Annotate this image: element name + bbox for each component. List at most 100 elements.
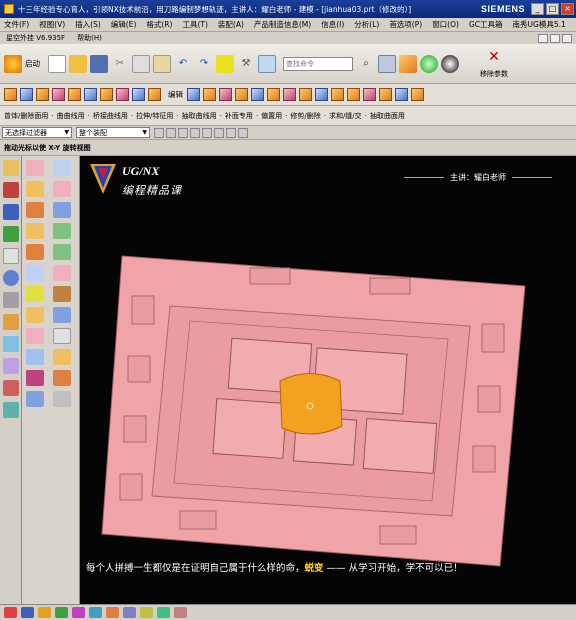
group-delete-face[interactable]: 曾体/删除面用 — [4, 111, 48, 121]
wave-link-icon[interactable] — [52, 370, 71, 386]
edit-feature-icon[interactable] — [187, 88, 200, 101]
offset-face-icon[interactable] — [251, 88, 264, 101]
block-icon[interactable] — [4, 88, 17, 101]
thicken-icon[interactable] — [52, 265, 71, 281]
zoom-icon[interactable] — [72, 607, 85, 618]
open-folder-icon[interactable] — [69, 54, 87, 73]
repeat-command-icon[interactable] — [216, 54, 234, 73]
blend-tool-icon[interactable] — [26, 223, 44, 239]
system-scenes-icon[interactable] — [2, 380, 19, 396]
display-grid-icon[interactable] — [378, 54, 396, 73]
menu-mold-plugin[interactable]: 南秀UG模具5.1 — [513, 19, 566, 30]
extrude-icon[interactable] — [20, 88, 33, 101]
save-icon[interactable] — [90, 54, 108, 73]
menu-window[interactable]: 窗口(O) — [432, 19, 459, 30]
chamfer-tool-icon[interactable] — [52, 223, 71, 239]
pan-icon[interactable] — [106, 607, 119, 618]
group-extract-curve[interactable]: 抽取曲线用 — [182, 111, 217, 121]
measure-icon[interactable] — [26, 349, 44, 365]
rib-icon[interactable] — [148, 88, 161, 101]
selection-filter-select[interactable]: 无选择过滤器 ▼ — [2, 127, 72, 138]
datum-plane-icon[interactable] — [52, 160, 71, 176]
child-minimize-button[interactable] — [538, 33, 548, 43]
sew-icon[interactable] — [347, 88, 360, 101]
pad-icon[interactable] — [100, 88, 113, 101]
trim-tool-icon[interactable] — [26, 286, 44, 302]
move-face-icon[interactable] — [411, 88, 424, 101]
extrude-tool-icon[interactable] — [52, 181, 71, 197]
snap-tangent-icon[interactable] — [226, 127, 236, 138]
menu-pmi[interactable]: 产品制造信息(M) — [254, 19, 311, 30]
snap-endpoint-icon[interactable] — [166, 127, 176, 138]
delete-face-icon[interactable] — [379, 88, 392, 101]
unite-icon[interactable] — [299, 88, 312, 101]
scope-select[interactable]: 整个装配 ▼ — [76, 127, 150, 138]
hide-icon[interactable] — [52, 391, 71, 407]
slot-icon[interactable] — [116, 88, 129, 101]
snap-icon[interactable] — [4, 607, 17, 618]
paste-icon[interactable] — [153, 54, 171, 73]
shaded-icon[interactable] — [399, 54, 417, 73]
constraint-navigator-icon[interactable] — [2, 182, 19, 198]
child-close-button[interactable] — [562, 33, 572, 43]
process-studio-icon[interactable] — [2, 336, 19, 352]
graphics-window[interactable]: UG/NX 编程精品课 主讲：耀白老师 每个人拼搏一生都仅是在证明自己属于什么样… — [80, 156, 576, 604]
system-materials-icon[interactable] — [2, 314, 19, 330]
fit-icon[interactable] — [55, 607, 68, 618]
trim-body-icon[interactable] — [267, 88, 280, 101]
sweep-icon[interactable] — [52, 202, 71, 218]
start-icon[interactable] — [4, 54, 22, 73]
layer-icon[interactable] — [26, 391, 44, 407]
start-label[interactable]: 启动 — [25, 58, 40, 69]
replace-face-icon[interactable] — [395, 88, 408, 101]
maximize-button[interactable]: □ — [546, 3, 559, 15]
chamfer-icon[interactable] — [219, 88, 232, 101]
plugin-help[interactable]: 帮助(H) — [77, 33, 102, 43]
copy-icon[interactable] — [132, 54, 150, 73]
roles-icon[interactable] — [2, 358, 19, 374]
groove-icon[interactable] — [132, 88, 145, 101]
sketch-icon[interactable] — [26, 160, 44, 176]
view-icon[interactable] — [21, 607, 34, 618]
rotate-icon[interactable] — [89, 607, 102, 618]
orient-icon[interactable] — [38, 607, 51, 618]
edit-group-label[interactable]: 编辑 — [168, 89, 183, 100]
selected-feature[interactable] — [279, 373, 343, 435]
mirror-icon[interactable] — [26, 307, 44, 323]
snap-quadrant-icon[interactable] — [202, 127, 212, 138]
group-trim-delete[interactable]: 修剪/删除 — [290, 111, 320, 121]
snap-existing-icon[interactable] — [238, 127, 248, 138]
new-file-icon[interactable] — [48, 54, 66, 73]
search-icon[interactable]: ⌕ — [357, 55, 375, 73]
group-bridge-curve[interactable]: 桥接曲线用 — [93, 111, 128, 121]
menu-insert[interactable]: 插入(S) — [75, 19, 101, 30]
redo-icon[interactable]: ↷ — [195, 55, 213, 73]
menu-analysis[interactable]: 分析(L) — [354, 19, 379, 30]
annotation-icon[interactable] — [140, 607, 153, 618]
minimize-button[interactable]: _ — [531, 3, 544, 15]
snap-intersection-icon[interactable] — [214, 127, 224, 138]
split-tool-icon[interactable] — [52, 286, 71, 302]
core-block-5[interactable] — [362, 418, 438, 474]
menu-view[interactable]: 视图(V) — [39, 19, 65, 30]
part-navigator-icon[interactable] — [2, 204, 19, 220]
offset-tool-icon[interactable] — [26, 265, 44, 281]
sphere-icon[interactable] — [420, 54, 438, 73]
menu-preferences[interactable]: 首选项(P) — [389, 19, 422, 30]
group-extrude-feature[interactable]: 拉伸/特征用 — [136, 111, 173, 121]
remove-parameters-button[interactable]: ✕ 移除参数 — [480, 49, 508, 79]
cut-icon[interactable]: ✂ — [111, 55, 129, 73]
core-block-3[interactable] — [212, 398, 288, 459]
palettes-icon[interactable] — [2, 402, 19, 418]
menu-format[interactable]: 格式(R) — [146, 19, 172, 30]
revolve-tool-icon[interactable] — [26, 202, 44, 218]
undo-icon[interactable]: ↶ — [174, 55, 192, 73]
revolve-icon[interactable] — [36, 88, 49, 101]
subtract-icon[interactable] — [315, 88, 328, 101]
patch-icon[interactable] — [363, 88, 376, 101]
color-wheel-icon[interactable] — [441, 54, 459, 73]
menu-gc-toolbox[interactable]: GC工具箱 — [469, 19, 503, 30]
pattern-icon[interactable] — [52, 307, 71, 323]
shell-tool-icon[interactable] — [26, 244, 44, 260]
draft-icon[interactable] — [52, 244, 71, 260]
